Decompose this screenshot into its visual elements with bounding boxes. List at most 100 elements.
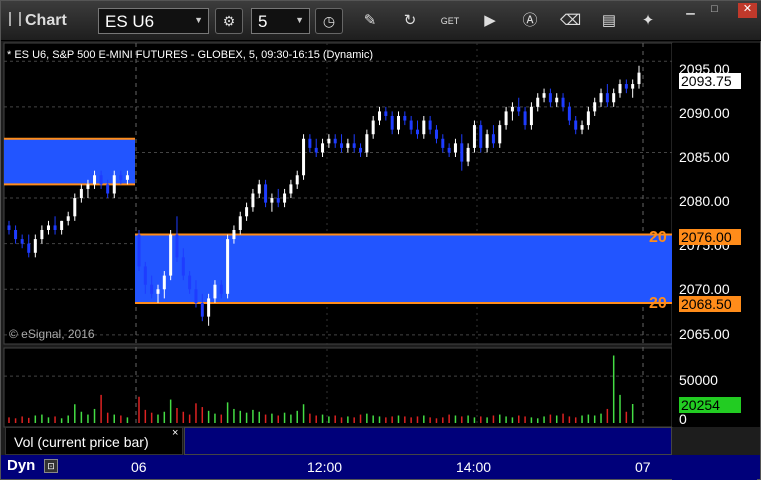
candle-body	[106, 184, 110, 194]
zone-upper-label: 20	[649, 229, 667, 246]
last-price-tag: 2093.75	[679, 73, 741, 89]
candle-body	[561, 97, 565, 107]
candle-body	[200, 302, 204, 317]
time-tick: 06	[131, 459, 147, 475]
candle-body	[327, 138, 331, 144]
time-tick: 07	[635, 459, 651, 475]
candle-body	[251, 193, 255, 208]
candle-body	[308, 138, 312, 148]
candle-body	[276, 198, 280, 203]
candle-body	[618, 84, 622, 94]
candle-body	[264, 184, 268, 203]
status-bar-corner	[672, 456, 757, 480]
candle-body	[20, 239, 24, 244]
candle-body	[295, 175, 299, 185]
candle-body	[33, 239, 37, 253]
candle-body	[346, 143, 350, 148]
candle-body	[580, 125, 584, 130]
time-tick: 12:00	[307, 459, 343, 475]
candle-body	[213, 284, 217, 299]
candle-body	[257, 184, 261, 194]
candle-body	[79, 188, 83, 199]
candle-body	[169, 234, 173, 276]
candle-body	[359, 147, 363, 153]
price-tick: 2065.00	[679, 326, 730, 342]
price-chart[interactable]	[1, 1, 760, 479]
candle-body	[66, 216, 70, 221]
candle-body	[99, 175, 103, 185]
candle-body	[378, 111, 382, 121]
candle-body	[112, 175, 116, 194]
candle-body	[637, 72, 641, 85]
candle-body	[181, 257, 185, 276]
study-bar	[184, 427, 672, 455]
candle-body	[207, 298, 211, 317]
candle-body	[352, 143, 356, 148]
candle-body	[396, 115, 400, 130]
candle-body	[162, 275, 166, 290]
volume-pane	[3, 347, 673, 428]
candle-body	[270, 198, 274, 203]
candle-body	[60, 220, 64, 230]
volume-tick: 0	[679, 411, 687, 427]
candle-body	[73, 198, 77, 217]
candle-body	[593, 102, 597, 112]
price-tick: 2085.00	[679, 149, 730, 165]
candle-body	[40, 229, 44, 240]
candle-body	[517, 106, 521, 112]
candle-body	[86, 184, 90, 189]
candle-body	[542, 93, 546, 98]
candle-body	[504, 111, 508, 126]
candle-body	[434, 129, 438, 139]
candle-body	[175, 234, 179, 258]
price-tick: 2080.00	[679, 193, 730, 209]
zone-lower-price-tag: 2068.50	[679, 296, 741, 312]
candle-body	[466, 147, 470, 162]
candle-body	[156, 289, 160, 294]
candle-body	[219, 284, 223, 294]
candle-body	[453, 143, 457, 153]
candle-body	[143, 266, 147, 285]
candle-body	[574, 120, 578, 130]
lock-icon[interactable]: ⊡	[44, 459, 58, 473]
zone-lower-label: 20	[649, 295, 667, 312]
candle-body	[314, 147, 318, 153]
candle-body	[472, 125, 476, 148]
candle-body	[289, 184, 293, 194]
candle-body	[548, 93, 552, 103]
candle-body	[321, 143, 325, 153]
dynamic-mode-label[interactable]: Dyn	[5, 457, 38, 474]
candle-body	[428, 120, 432, 130]
volume-study-label[interactable]: Vol (current price bar)	[5, 427, 183, 455]
chart-legend: * ES U6, S&P 500 E-MINI FUTURES - GLOBEX…	[7, 49, 373, 61]
chart-window: Chart ES U6 ▼ ⚙ 5 ▼ ◷ ✎ ↻ GET ▶ Ⓐ ⌫ ▤ ✦ ▁ …	[0, 0, 761, 480]
candle-body	[302, 138, 306, 176]
candle-body	[333, 138, 337, 144]
candle-body	[238, 216, 242, 230]
candle-body	[93, 175, 97, 185]
candle-body	[119, 175, 123, 180]
candle-body	[125, 175, 129, 180]
candle-body	[460, 143, 464, 162]
candle-body	[529, 106, 533, 126]
candle-body	[46, 225, 50, 230]
candle-body	[371, 120, 375, 135]
candle-body	[510, 106, 514, 112]
price-tick: 2070.00	[679, 281, 730, 297]
candle-body	[7, 225, 11, 230]
candle-body	[53, 225, 57, 230]
volume-value-tag: 20254	[679, 397, 741, 413]
candle-body	[226, 239, 230, 294]
candle-body	[586, 111, 590, 126]
candle-body	[485, 134, 489, 148]
candle-body	[536, 97, 540, 107]
candle-body	[188, 275, 192, 290]
candle-body	[422, 120, 426, 135]
close-icon[interactable]: ×	[172, 427, 178, 439]
volume-tick: 50000	[679, 372, 718, 388]
candle-body	[599, 93, 603, 103]
candle-body	[365, 134, 369, 153]
candle-body	[14, 229, 18, 240]
candle-body	[567, 106, 571, 121]
candle-body	[631, 84, 635, 89]
